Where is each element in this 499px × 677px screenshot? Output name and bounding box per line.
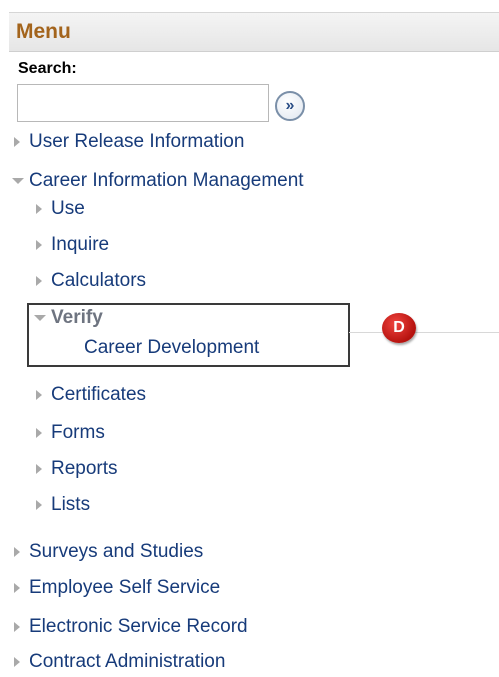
collapsed-arrow-icon <box>12 545 29 559</box>
nav-item-certificates[interactable]: Certificates <box>34 384 146 406</box>
search-label: Search: <box>18 60 77 77</box>
nav-item-verify[interactable]: Verify <box>34 307 103 329</box>
nav-item-user-release-information[interactable]: User Release Information <box>12 131 244 153</box>
nav-item-label: Career Development <box>84 337 260 358</box>
menu-header: Menu <box>9 12 499 52</box>
nav-item-career-information-management[interactable]: Career Information Management <box>12 170 304 192</box>
nav-item-label: Career Information Management <box>29 170 304 191</box>
nav-item-label: Certificates <box>51 384 147 405</box>
expanded-arrow-icon <box>12 174 29 188</box>
nav-item-label: Use <box>51 198 85 219</box>
nav-item-label: Electronic Service Record <box>29 616 248 637</box>
double-chevron-right-icon: » <box>285 97 295 114</box>
collapsed-arrow-icon <box>34 498 51 512</box>
nav-item-surveys-and-studies[interactable]: Surveys and Studies <box>12 541 203 563</box>
nav-item-label: Forms <box>51 422 105 443</box>
collapsed-arrow-icon <box>34 388 51 402</box>
nav-item-label: User Release Information <box>29 131 245 152</box>
callout-badge: D <box>382 313 416 343</box>
nav-item-inquire[interactable]: Inquire <box>34 234 109 256</box>
collapsed-arrow-icon <box>34 202 51 216</box>
nav-item-label: Employee Self Service <box>29 577 221 598</box>
callout-label: D <box>393 319 405 336</box>
nav-item-lists[interactable]: Lists <box>34 494 90 516</box>
collapsed-arrow-icon <box>12 655 29 669</box>
menu-panel: Menu Search: » User Release Information … <box>9 0 499 677</box>
search-input[interactable] <box>17 84 269 122</box>
menu-title: Menu <box>16 20 71 43</box>
nav-item-label: Calculators <box>51 270 147 291</box>
divider-line <box>349 332 499 333</box>
nav-item-label: Verify <box>51 307 103 328</box>
collapsed-arrow-icon <box>34 274 51 288</box>
nav-item-calculators[interactable]: Calculators <box>34 270 146 292</box>
collapsed-arrow-icon <box>34 426 51 440</box>
expanded-arrow-icon <box>34 311 51 325</box>
nav-item-use[interactable]: Use <box>34 198 85 220</box>
nav-item-label: Reports <box>51 458 118 479</box>
collapsed-arrow-icon <box>34 238 51 252</box>
collapsed-arrow-icon <box>34 462 51 476</box>
nav-item-employee-self-service[interactable]: Employee Self Service <box>12 577 220 599</box>
collapsed-arrow-icon <box>12 620 29 634</box>
nav-item-label: Surveys and Studies <box>29 541 204 562</box>
collapsed-arrow-icon <box>12 135 29 149</box>
nav-item-label: Lists <box>51 494 91 515</box>
nav-item-contract-administration[interactable]: Contract Administration <box>12 651 225 673</box>
search-go-button[interactable]: » <box>275 91 305 121</box>
nav-item-label: Contract Administration <box>29 651 226 672</box>
collapsed-arrow-icon <box>12 581 29 595</box>
nav-item-label: Inquire <box>51 234 110 255</box>
nav-item-career-development[interactable]: Career Development <box>84 337 259 359</box>
nav-item-electronic-service-record[interactable]: Electronic Service Record <box>12 616 248 638</box>
nav-item-reports[interactable]: Reports <box>34 458 118 480</box>
nav-item-forms[interactable]: Forms <box>34 422 105 444</box>
